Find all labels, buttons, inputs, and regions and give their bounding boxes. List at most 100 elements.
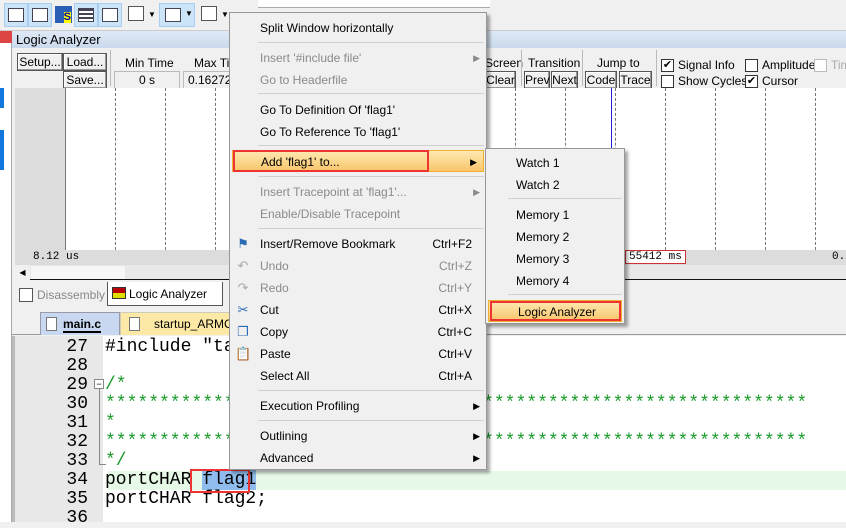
divider [110, 50, 111, 86]
symbols-icon[interactable]: S [55, 6, 72, 23]
chevron-down-icon: ▼ [185, 9, 193, 18]
submenu-arrow-icon: ▶ [473, 187, 480, 197]
call-stack-button[interactable] [98, 3, 122, 27]
grid-line [115, 88, 116, 250]
submenu-item[interactable]: Memory 3 [486, 248, 624, 270]
line-number: 35 [66, 489, 88, 509]
menu-item-label: Execution Profiling [260, 399, 360, 413]
annotation-box [190, 469, 250, 493]
dock-tab-marker[interactable] [0, 130, 4, 170]
code-line[interactable]: /* [105, 376, 127, 395]
menu-item[interactable]: 📋 Paste Ctrl+V [230, 343, 486, 365]
annotation-box [233, 150, 429, 172]
code-line[interactable]: * [105, 414, 116, 433]
line-number: 34 [66, 470, 88, 490]
menu-item-label: Enable/Disable Tracepoint [260, 207, 401, 221]
prev-transition-button[interactable]: Prev [524, 71, 550, 89]
jump-trace-button[interactable]: Trace [619, 71, 652, 89]
timestamps-checkbox[interactable] [814, 59, 827, 72]
signal-info-checkbox[interactable]: ✔ [661, 59, 674, 72]
scrollbar-thumb[interactable] [31, 266, 125, 279]
menu-shortcut: Ctrl+C [437, 325, 472, 339]
time-left-label: 8.12 us [33, 251, 80, 263]
call-stack-icon [102, 8, 118, 22]
menu-item[interactable]: ❐ Copy Ctrl+C [230, 321, 486, 343]
tab-main-c[interactable]: main.c [40, 312, 120, 335]
submenu-arrow-icon: ▶ [473, 453, 480, 463]
line-number: 30 [66, 394, 88, 414]
menu-item[interactable]: Select All Ctrl+A [230, 365, 486, 387]
signal-names-column [15, 88, 66, 250]
menu-item[interactable]: Go To Reference To 'flag1' [230, 121, 486, 143]
watch-icon[interactable] [128, 6, 144, 21]
screen-clear-button[interactable]: Clear [485, 71, 516, 89]
cursor-checkbox[interactable]: ✔ [745, 75, 758, 88]
scissors-icon: ✂ [237, 302, 249, 317]
serial-icon[interactable] [201, 6, 217, 21]
chevron-down-icon[interactable]: ▼ [221, 10, 229, 19]
grid-line [715, 88, 716, 250]
copy-icon: ❐ [237, 324, 249, 339]
logic-analyzer-icon [112, 287, 126, 299]
menu-item-label: Insert '#include file' [260, 51, 362, 65]
menu-separator [258, 93, 484, 94]
submenu-item[interactable]: Memory 1 [486, 204, 624, 226]
screen-label: Screen [485, 56, 524, 70]
context-menu: Split Window horizontally Insert '#includ… [229, 12, 487, 470]
command-window-icon [8, 8, 24, 22]
jump-to-label: Jump to [597, 56, 640, 70]
setup-button[interactable]: Setup... [17, 53, 63, 71]
tab-startup[interactable]: startup_ARMCM3 [120, 312, 249, 335]
menu-item-label: Undo [260, 259, 289, 273]
submenu-item[interactable]: Memory 4 [486, 270, 624, 292]
registers-button[interactable] [74, 3, 98, 27]
chevron-down-icon[interactable]: ▼ [148, 10, 156, 19]
save-button[interactable]: Save... [63, 71, 107, 89]
submenu-item[interactable]: Watch 2 [486, 174, 624, 196]
menu-item-label: Watch 1 [516, 156, 560, 170]
menu-item[interactable]: Execution Profiling ▶ [230, 395, 486, 417]
menu-item[interactable]: ✂ Cut Ctrl+X [230, 299, 486, 321]
menu-item[interactable]: ⚑ Insert/Remove Bookmark Ctrl+F2 [230, 233, 486, 255]
line-number: 31 [66, 413, 88, 433]
memory-button[interactable]: ▼ [159, 3, 195, 27]
menu-item-label: Split Window horizontally [260, 21, 394, 35]
file-icon [46, 317, 57, 331]
amplitude-label: Amplitude [762, 58, 816, 72]
scroll-left-icon[interactable]: ◀ [15, 265, 30, 280]
submenu-item[interactable]: Memory 2 [486, 226, 624, 248]
show-cycles-checkbox[interactable] [661, 75, 674, 88]
menu-item-label: Memory 4 [516, 274, 570, 288]
disassembly-button[interactable] [28, 3, 52, 27]
code-text: /* [105, 375, 127, 395]
amplitude-checkbox[interactable] [745, 59, 758, 72]
registers-icon [78, 8, 94, 22]
window-title: Logic Analyzer [16, 32, 101, 47]
tab-disassembly[interactable]: Disassembly [17, 284, 105, 306]
menu-item[interactable]: Go To Definition Of 'flag1' [230, 99, 486, 121]
submenu-item[interactable]: Watch 1 [486, 152, 624, 174]
menu-item-label: Go to Headerfile [260, 73, 348, 87]
jump-code-button[interactable]: Code [585, 71, 617, 89]
menu-separator [508, 198, 622, 199]
menu-item[interactable]: Outlining ▶ [230, 425, 486, 447]
command-window-button[interactable] [4, 3, 28, 27]
menu-separator [258, 176, 484, 177]
menu-item[interactable]: Split Window horizontally [230, 17, 486, 39]
show-cycles-label: Show Cycles [678, 74, 748, 88]
load-button[interactable]: Load... [63, 53, 107, 71]
tab-logic-analyzer[interactable]: Logic Analyzer [107, 282, 223, 306]
dock-tab-marker[interactable] [0, 88, 4, 108]
menu-item-label: Insert/Remove Bookmark [260, 237, 396, 251]
fold-collapse-icon[interactable]: − [94, 379, 104, 389]
menu-separator [258, 42, 484, 43]
code-line[interactable]: */ [105, 452, 127, 471]
menu-item-label: Copy [260, 325, 289, 339]
grid-line [215, 88, 216, 250]
next-transition-button[interactable]: Next [551, 71, 578, 89]
menu-item[interactable]: Advanced ▶ [230, 447, 486, 469]
menu-item-label: Memory 2 [516, 230, 570, 244]
menu-shortcut: Ctrl+X [438, 303, 472, 317]
menu-item-label: Go To Reference To 'flag1' [260, 125, 401, 139]
grid-line [165, 88, 166, 250]
